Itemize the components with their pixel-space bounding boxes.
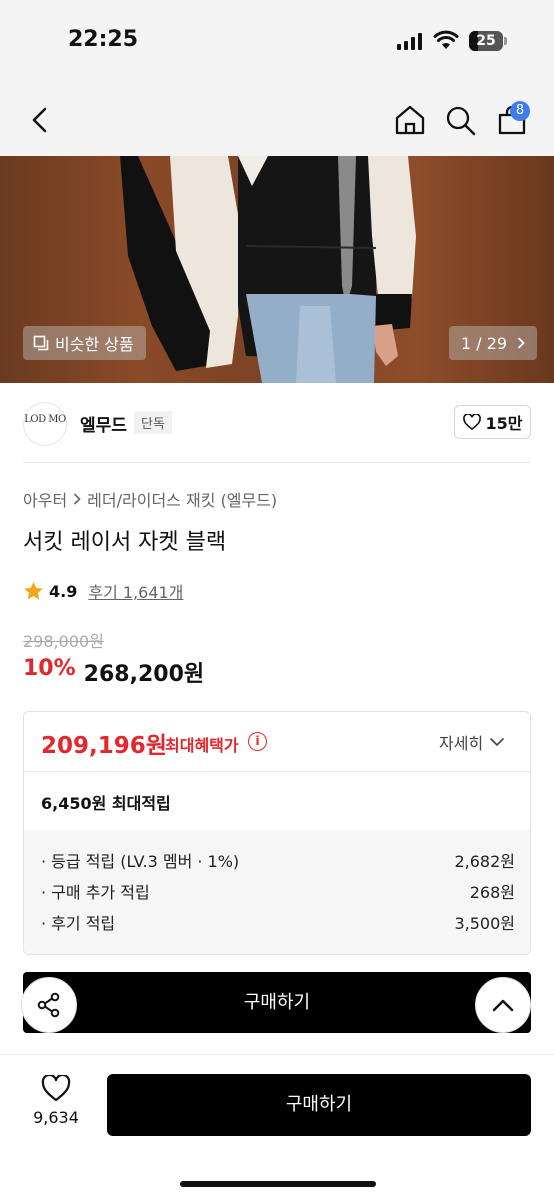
breadcrumb-item[interactable]: 레더/라이더스 재킷 (엘무드) bbox=[87, 487, 277, 511]
best-benefit-label: 최대혜택가 bbox=[165, 736, 239, 755]
benefit-panel: 209,196원 최대혜택가 i 자세히 6,450원 최대적립 · 등급 적립… bbox=[23, 711, 531, 955]
benefit-header: 209,196원 최대혜택가 i 자세히 bbox=[24, 712, 530, 772]
points-row-value: 268원 bbox=[469, 883, 515, 902]
brand-like-button[interactable]: 15만 bbox=[454, 405, 531, 439]
max-points-total: 6,450원 최대적립 bbox=[41, 794, 171, 813]
discount-rate: 10% bbox=[23, 656, 76, 681]
home-indicator bbox=[180, 1181, 376, 1187]
breadcrumb: 아우터 레더/라이더스 재킷 (엘무드) bbox=[23, 487, 277, 511]
brand-like-count: 15만 bbox=[485, 414, 523, 433]
brand-name[interactable]: 엘무드 bbox=[80, 411, 127, 436]
sale-price: 268,200원 bbox=[83, 662, 205, 687]
rating-summary: 4.9 후기 1,641개 bbox=[23, 579, 183, 603]
chevron-up-icon bbox=[492, 999, 514, 1012]
detail-toggle-button[interactable]: 자세히 bbox=[439, 730, 505, 754]
home-icon[interactable] bbox=[394, 104, 426, 136]
status-time: 22:25 bbox=[68, 27, 139, 52]
points-row-label: · 등급 적립 (LV.3 멤버 · 1%) bbox=[41, 852, 240, 871]
chevron-right-icon bbox=[74, 493, 81, 505]
heart-icon bbox=[462, 414, 481, 430]
status-bar: 22:25 25 bbox=[0, 0, 554, 86]
brand-row: LOD MO 엘무드 단독 15만 bbox=[0, 383, 554, 463]
star-icon bbox=[24, 582, 43, 600]
inline-buy-label: 구매하기 bbox=[243, 992, 311, 1013]
points-breakdown: · 등급 적립 (LV.3 멤버 · 1%) 2,682원 · 구매 추가 적립… bbox=[24, 830, 530, 954]
bottom-action-bar: 9,634 구매하기 bbox=[0, 1054, 554, 1200]
points-row: · 후기 적립 3,500원 bbox=[41, 910, 515, 941]
heart-icon bbox=[41, 1073, 71, 1102]
battery-icon: 25 bbox=[469, 31, 507, 51]
best-benefit-price: 209,196원 bbox=[41, 733, 167, 759]
similar-products-button[interactable]: 비슷한 상품 bbox=[23, 326, 146, 360]
exclusive-badge: 단독 bbox=[134, 411, 172, 434]
wishlist-button[interactable]: 9,634 bbox=[22, 1073, 90, 1127]
similar-products-label: 비슷한 상품 bbox=[55, 335, 134, 354]
brand-logo[interactable]: LOD MO bbox=[23, 402, 67, 446]
cellular-signal-icon bbox=[397, 33, 422, 50]
detail-toggle-label: 자세히 bbox=[439, 734, 484, 753]
inline-buy-button[interactable]: 구매하기 bbox=[23, 972, 531, 1033]
search-icon[interactable] bbox=[445, 105, 477, 137]
wifi-icon bbox=[433, 30, 459, 49]
price-row: 10% 268,200원 bbox=[23, 656, 204, 688]
back-arrow-icon[interactable] bbox=[28, 106, 52, 134]
breadcrumb-item[interactable]: 아우터 bbox=[23, 487, 67, 511]
battery-level: 25 bbox=[476, 33, 496, 49]
share-button[interactable] bbox=[21, 977, 77, 1033]
chevron-right-icon bbox=[517, 337, 525, 349]
divider bbox=[23, 462, 531, 463]
wishlist-count: 9,634 bbox=[33, 1108, 79, 1127]
points-row-value: 2,682원 bbox=[454, 852, 515, 871]
product-title: 서킷 레이서 자켓 블랙 bbox=[23, 530, 227, 555]
points-row-label: · 구매 추가 적립 bbox=[41, 883, 150, 902]
cart-count-badge: 8 bbox=[510, 101, 530, 121]
original-price: 298,000원 bbox=[23, 632, 104, 651]
review-count-link[interactable]: 후기 1,641개 bbox=[88, 579, 183, 603]
scroll-to-top-button[interactable] bbox=[475, 977, 531, 1033]
info-icon[interactable]: i bbox=[248, 732, 267, 751]
buy-button[interactable]: 구매하기 bbox=[107, 1074, 531, 1136]
points-row: · 구매 추가 적립 268원 bbox=[41, 879, 515, 910]
chevron-down-icon bbox=[490, 737, 505, 747]
similar-icon bbox=[33, 335, 49, 351]
points-row-value: 3,500원 bbox=[454, 914, 515, 933]
rating-value: 4.9 bbox=[49, 581, 78, 601]
product-image-carousel[interactable]: 비슷한 상품 1 / 29 bbox=[0, 156, 554, 383]
points-row: · 등급 적립 (LV.3 멤버 · 1%) 2,682원 bbox=[41, 848, 515, 879]
share-icon bbox=[37, 992, 60, 1018]
image-page-text: 1 / 29 bbox=[461, 333, 508, 353]
points-row-label: · 후기 적립 bbox=[41, 914, 116, 933]
image-page-indicator[interactable]: 1 / 29 bbox=[449, 326, 538, 360]
